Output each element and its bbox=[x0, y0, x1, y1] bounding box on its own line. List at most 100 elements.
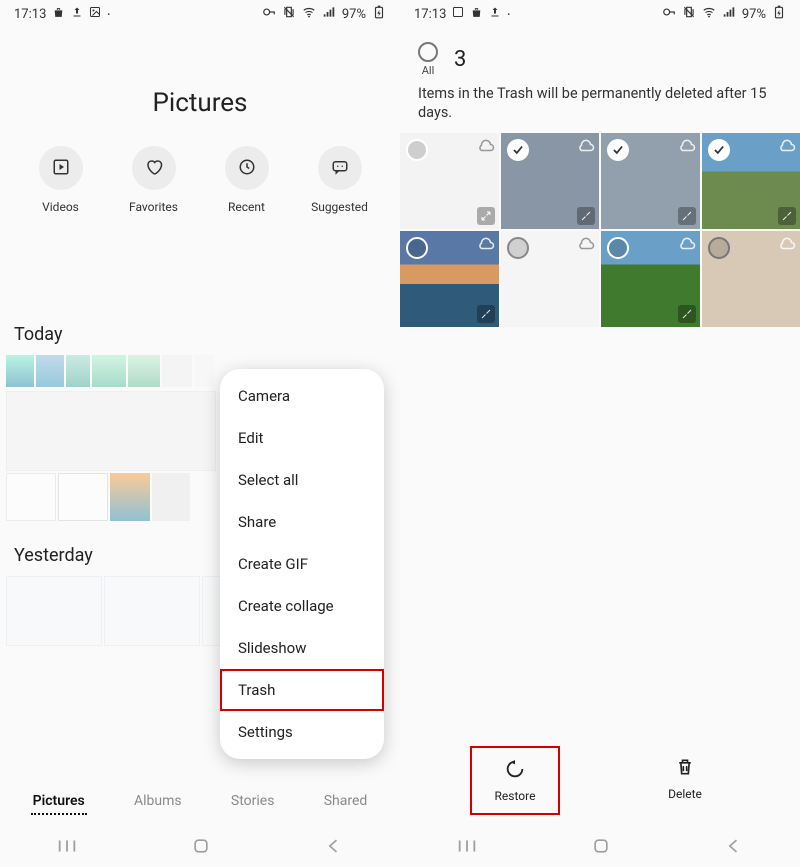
quick-recent[interactable]: Recent bbox=[211, 146, 283, 214]
cloud-icon bbox=[477, 137, 495, 155]
menu-edit[interactable]: Edit bbox=[220, 417, 384, 459]
nav-back-icon[interactable] bbox=[724, 836, 744, 860]
bottom-actions: Restore Delete bbox=[400, 736, 800, 825]
status-left-r: 17:13 • bbox=[414, 6, 510, 23]
quick-favorites[interactable]: Favorites bbox=[118, 146, 190, 214]
clock-icon bbox=[238, 158, 256, 179]
menu-create-collage[interactable]: Create collage bbox=[220, 585, 384, 627]
quick-suggested-label: Suggested bbox=[311, 200, 368, 214]
bag-icon bbox=[470, 6, 483, 23]
image-icon bbox=[89, 6, 101, 22]
menu-select-all[interactable]: Select all bbox=[220, 459, 384, 501]
phone-right: 17:13 • 97% All 3 Items in the Trash wil… bbox=[400, 0, 800, 867]
trash-tile[interactable] bbox=[501, 133, 600, 229]
vpn-icon bbox=[262, 5, 276, 23]
trash-tile[interactable] bbox=[702, 231, 800, 327]
tab-albums[interactable]: Albums bbox=[132, 789, 184, 815]
expand-icon bbox=[477, 207, 495, 225]
menu-trash[interactable]: Trash bbox=[220, 669, 384, 711]
trash-tile[interactable] bbox=[601, 231, 700, 327]
status-bar-r: 17:13 • 97% bbox=[400, 0, 800, 28]
quick-suggested[interactable]: Suggested bbox=[304, 146, 376, 214]
check-icon bbox=[708, 139, 730, 161]
trash-tile[interactable] bbox=[400, 231, 499, 327]
trash-tile[interactable] bbox=[400, 133, 499, 229]
battery-percent-r: 97% bbox=[742, 7, 766, 22]
nav-bar-r bbox=[400, 829, 800, 867]
menu-camera[interactable]: Camera bbox=[220, 375, 384, 417]
trash-tile[interactable] bbox=[501, 231, 600, 327]
nav-home-icon[interactable] bbox=[191, 836, 211, 860]
cloud-icon bbox=[477, 235, 495, 253]
status-time-r: 17:13 bbox=[414, 7, 446, 22]
check-icon bbox=[406, 237, 428, 259]
status-left: 17:13 • bbox=[14, 6, 110, 23]
phone-left: 17:13 • 97% Pictures Videos bbox=[0, 0, 400, 867]
status-right-r: 97% bbox=[662, 5, 786, 23]
check-icon bbox=[406, 139, 428, 161]
quick-favorites-label: Favorites bbox=[129, 200, 178, 214]
cloud-icon bbox=[577, 137, 595, 155]
status-right: 97% bbox=[262, 5, 386, 23]
upload-icon bbox=[71, 6, 83, 22]
expand-icon bbox=[577, 207, 595, 225]
quick-videos[interactable]: Videos bbox=[25, 146, 97, 214]
tab-pictures[interactable]: Pictures bbox=[31, 789, 87, 815]
select-all-label: All bbox=[422, 64, 435, 77]
restore-icon bbox=[504, 758, 526, 783]
cloud-icon bbox=[678, 137, 696, 155]
tab-stories[interactable]: Stories bbox=[229, 789, 277, 815]
nav-recents-icon[interactable] bbox=[56, 838, 78, 858]
upload-icon bbox=[489, 6, 501, 22]
menu-share[interactable]: Share bbox=[220, 501, 384, 543]
restore-label: Restore bbox=[495, 789, 536, 803]
heart-icon bbox=[145, 158, 163, 179]
menu-settings[interactable]: Settings bbox=[220, 711, 384, 753]
dot-icon: • bbox=[507, 10, 510, 19]
quick-recent-label: Recent bbox=[228, 200, 265, 214]
selection-count: 3 bbox=[454, 47, 466, 72]
signal-icon bbox=[322, 5, 336, 23]
delete-label: Delete bbox=[668, 787, 702, 801]
check-icon bbox=[607, 139, 629, 161]
check-icon bbox=[708, 237, 730, 259]
wifi-icon bbox=[302, 5, 316, 23]
trash-icon bbox=[675, 756, 695, 781]
quick-access-row: Videos Favorites Recent Suggested bbox=[0, 146, 400, 214]
trash-grid bbox=[400, 133, 800, 327]
expand-icon bbox=[678, 207, 696, 225]
nav-bar bbox=[0, 829, 400, 867]
tab-shared[interactable]: Shared bbox=[322, 789, 370, 815]
selection-header: All 3 bbox=[400, 28, 800, 81]
chat-icon bbox=[331, 158, 349, 179]
trash-tile[interactable] bbox=[601, 133, 700, 229]
menu-slideshow[interactable]: Slideshow bbox=[220, 627, 384, 669]
check-icon bbox=[507, 237, 529, 259]
cloud-icon bbox=[678, 235, 696, 253]
nav-back-icon[interactable] bbox=[324, 836, 344, 860]
menu-create-gif[interactable]: Create GIF bbox=[220, 543, 384, 585]
check-icon bbox=[507, 139, 529, 161]
expand-icon bbox=[477, 305, 495, 323]
battery-icon bbox=[372, 5, 386, 23]
overflow-menu: Camera Edit Select all Share Create GIF … bbox=[220, 369, 384, 759]
vpn-icon bbox=[662, 5, 676, 23]
nav-home-icon[interactable] bbox=[591, 836, 611, 860]
page-title: Pictures bbox=[0, 88, 400, 118]
signal-icon bbox=[722, 5, 736, 23]
section-today: Today bbox=[0, 324, 400, 345]
play-icon bbox=[52, 158, 70, 179]
trash-tile[interactable] bbox=[702, 133, 800, 229]
vibrate-icon bbox=[682, 5, 696, 23]
nav-recents-icon[interactable] bbox=[456, 838, 478, 858]
vibrate-icon bbox=[282, 5, 296, 23]
cloud-icon bbox=[778, 235, 796, 253]
expand-icon bbox=[678, 305, 696, 323]
battery-percent: 97% bbox=[342, 7, 366, 22]
restore-button[interactable]: Restore bbox=[470, 746, 560, 815]
trash-message: Items in the Trash will be permanently d… bbox=[400, 81, 800, 133]
select-all-toggle[interactable]: All bbox=[418, 42, 438, 77]
expand-icon bbox=[778, 207, 796, 225]
image-icon bbox=[452, 6, 464, 22]
delete-button[interactable]: Delete bbox=[640, 746, 730, 815]
